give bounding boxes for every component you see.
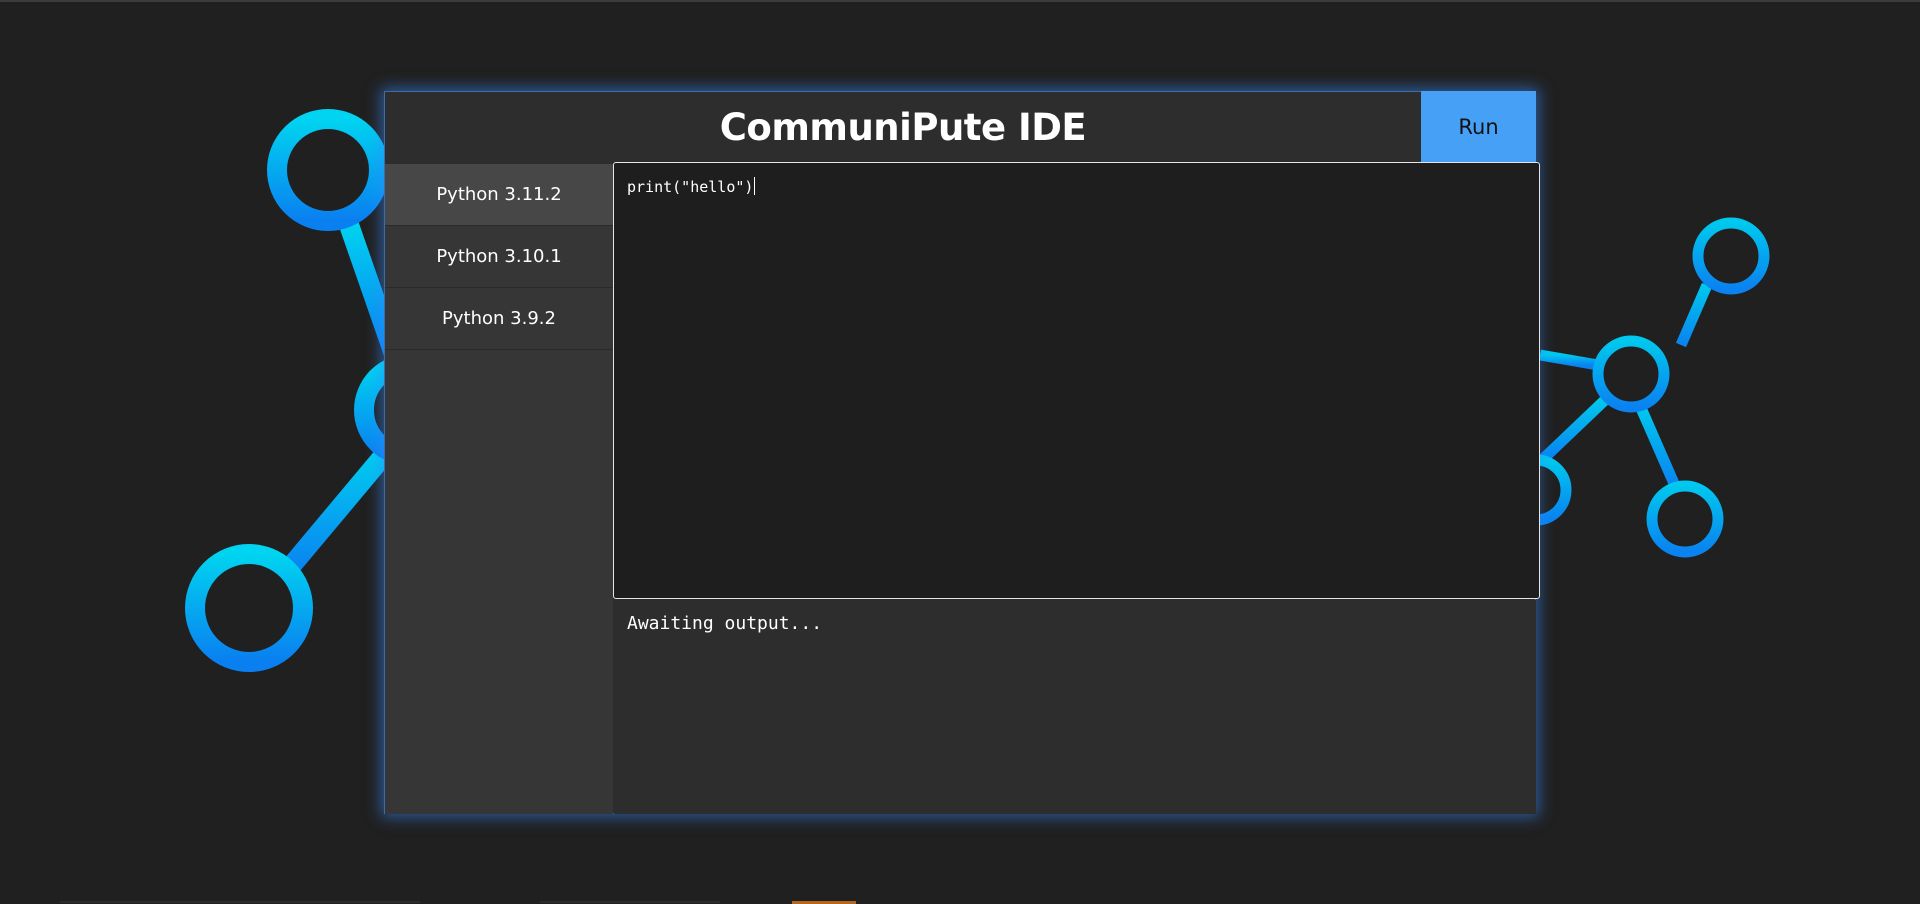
run-button[interactable]: Run (1421, 91, 1536, 163)
ide-header: CommuniPute IDE (385, 92, 1421, 163)
python-version-sidebar: Python 3.11.2 Python 3.10.1 Python 3.9.2 (385, 164, 613, 814)
sidebar-item-python-3-11-2[interactable]: Python 3.11.2 (385, 164, 613, 226)
sidebar-item-python-3-9-2[interactable]: Python 3.9.2 (385, 288, 613, 350)
output-text: Awaiting output... (627, 613, 823, 634)
sidebar-item-label: Python 3.9.2 (442, 308, 556, 329)
output-panel: Awaiting output... (614, 600, 1536, 814)
text-caret (754, 177, 756, 195)
sidebar-item-python-3-10-1[interactable]: Python 3.10.1 (385, 226, 613, 288)
code-editor[interactable]: print("hello") (613, 162, 1540, 599)
taskbar-segment (540, 901, 720, 903)
right-network-graphic (1500, 217, 1770, 558)
sidebar-item-label: Python 3.11.2 (436, 184, 562, 205)
sidebar-item-label: Python 3.10.1 (436, 246, 562, 267)
ide-window: CommuniPute IDE Run Python 3.11.2 Python… (384, 91, 1540, 814)
taskbar-segment (60, 901, 420, 903)
code-text: print("hello") (627, 178, 754, 196)
bottom-taskbar-strip (0, 900, 1920, 904)
app-title: CommuniPute IDE (719, 106, 1087, 149)
